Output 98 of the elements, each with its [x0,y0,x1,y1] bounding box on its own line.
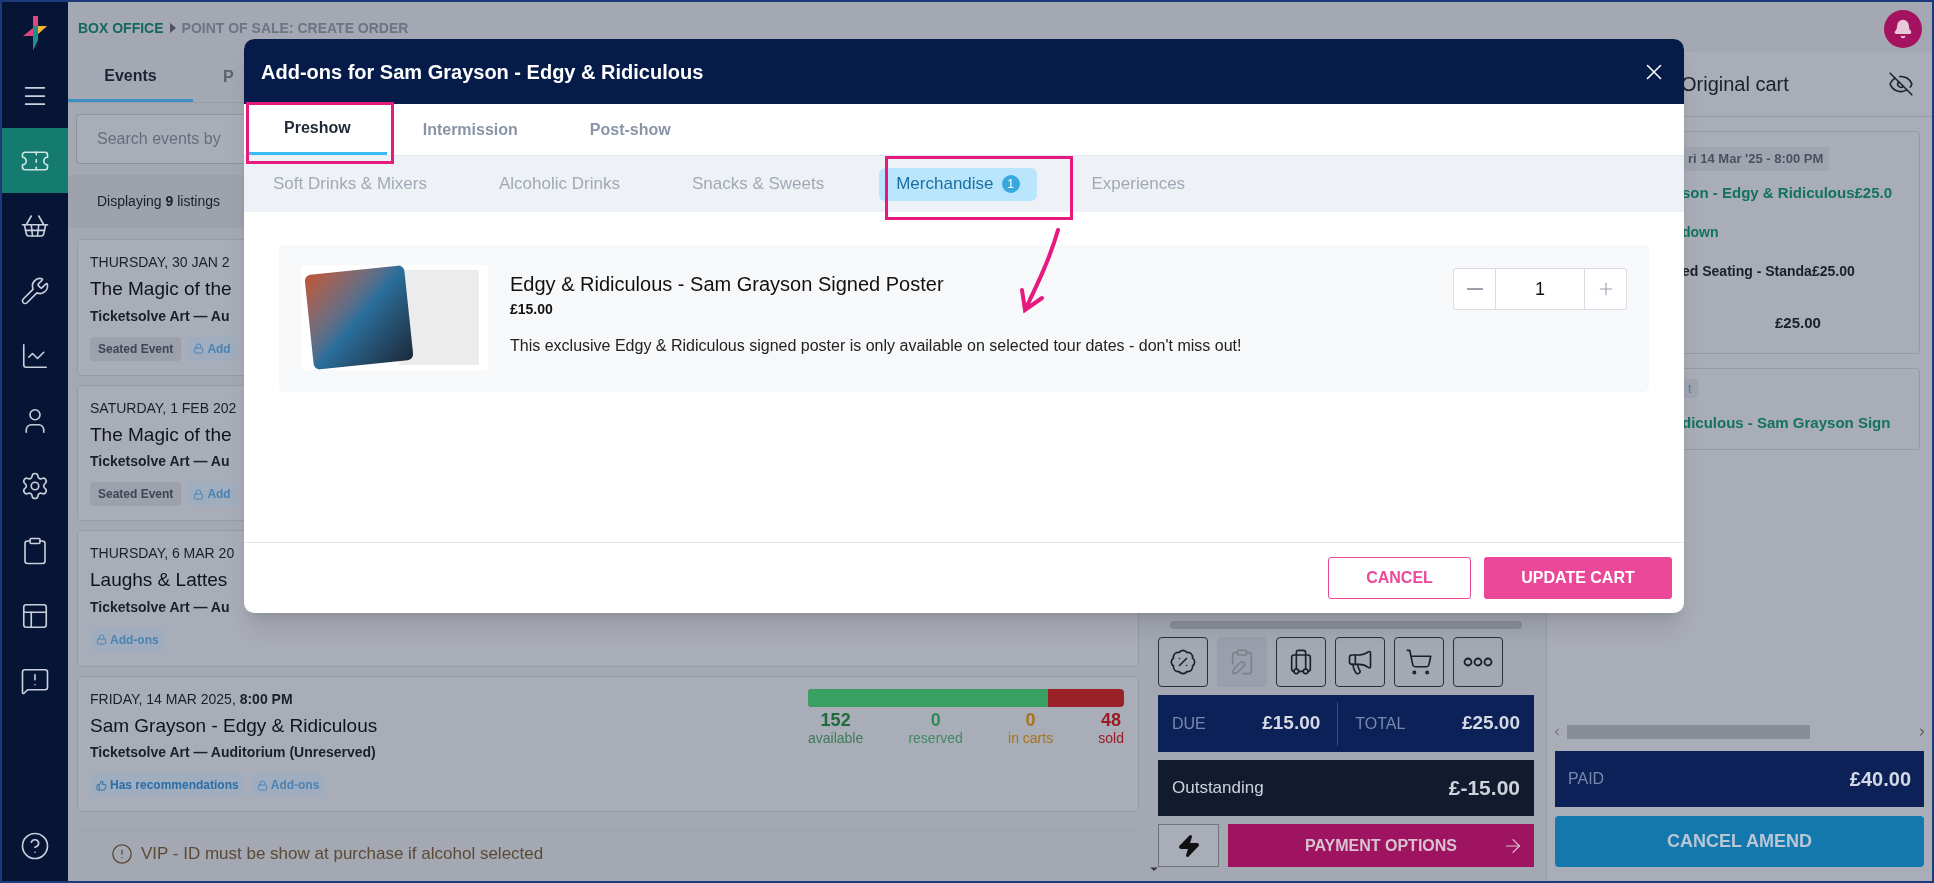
tool-button[interactable] [1453,637,1503,687]
lock-icon [256,779,268,791]
listing-count: Displaying 9 listings [97,192,220,211]
category-tab[interactable]: Snacks & Sweets [674,167,842,201]
recommendations-tag: Has recommendations [90,773,245,797]
event-title: Sam Grayson - Edgy & Ridiculous [90,713,378,738]
more-icon [1463,657,1493,667]
event-title: Laughs & Lattes [90,568,229,592]
tool-button[interactable] [1158,637,1208,687]
panel-tab[interactable]: P [193,52,253,102]
cart-event-title: diculous - Sam Grayson Sign [1682,413,1891,433]
lightning-icon [1176,833,1201,858]
stat-value: 0 [1025,710,1036,729]
cart-event-title: son - Edgy & Ridiculous£25.0 [1682,182,1893,203]
payment-options-button[interactable]: PAYMENT OPTIONS [1228,824,1534,867]
horizontal-scrollbar[interactable] [1567,725,1810,739]
quantity-stepper[interactable]: 1 [1453,268,1627,310]
megaphone-icon [1346,648,1374,676]
addons-tag: Add [187,336,237,361]
category-tab[interactable]: Soft Drinks & Mixers [256,167,444,201]
discount-icon [1169,648,1197,676]
cancel-button[interactable]: CANCEL [1328,557,1471,599]
breadcrumb-link[interactable]: BOX OFFICE [78,17,164,39]
minus-icon [1466,288,1483,290]
quantity-value[interactable]: 1 [1496,269,1584,309]
notifications-button[interactable] [1884,10,1922,48]
subtotal-amount: £25.00 [1775,313,1821,333]
stat-value: 48 [1101,710,1122,729]
horizontal-scrollbar[interactable] [1170,621,1522,629]
panel-tab[interactable]: Events [68,52,193,102]
category-label: Alcoholic Drinks [499,173,620,196]
thumbs-up-icon [96,779,107,791]
stat-label: in carts [1008,728,1054,747]
event-venue: Ticketsolve Art — Au [90,597,231,617]
alert-icon [111,842,133,865]
dialog-tab[interactable]: Post-show [553,104,707,155]
event-title: The Magic of the [90,422,233,447]
lock-icon [96,634,107,645]
addons-tag: Add [187,482,237,506]
stat-label: reserved [908,728,963,747]
breakdown-link[interactable]: down [1682,222,1719,243]
product-price: £15.00 [510,300,554,319]
product-name: Edgy & Ridiculous - Sam Grayson Signed Poster [510,272,945,297]
cancel-amend-button[interactable]: CANCEL AMEND [1555,816,1924,867]
stat-label: available [808,728,864,747]
date-tag: ri 14 Mar '25 - 8:00 PM [1682,147,1830,171]
addons-tag: Add-ons [250,773,326,797]
product-description: This exclusive Edgy & Ridiculous signed poster is only available on selected tour dates - don't miss out! [510,336,1242,356]
event-tag: Seated Event [90,336,182,361]
due-amount: £15.00 [1262,711,1321,736]
category-label: Experiences [1091,173,1186,196]
paid-label: PAID [1568,769,1605,789]
tool-button[interactable] [1276,637,1326,687]
dialog-tab[interactable]: Intermission [386,104,554,155]
total-amount: £25.00 [1461,711,1520,736]
event-date: SATURDAY, 1 FEB 202 [90,398,237,418]
category-label: Merchandise [896,173,994,196]
notice-text: VIP - ID must be show at purchase if alcohol selected [141,843,544,865]
event-venue: Ticketsolve Art — Auditorium (Unreserved) [90,743,377,762]
category-label: Soft Drinks & Mixers [273,173,427,196]
event-title: The Magic of the [90,277,233,301]
addons-tag: Add-ons [90,627,165,652]
event-date: THURSDAY, 30 JAN 2 [90,253,231,272]
due-label: DUE [1172,713,1206,734]
stat-value: 0 [930,710,941,729]
event-date: THURSDAY, 6 MAR 20 [90,544,235,563]
help-icon [20,831,50,861]
cart-icon [1405,648,1433,676]
event-card[interactable]: FRIDAY, 14 MAR 2025, 8:00 PM Sam Grayson - Edgy & Ridiculous Ticketsolve Art — Auditorium (Unreserved) Has recommendations Add-ons 152 available 0 reserved 0 in carts 48 sold [77,675,1139,812]
tool-button[interactable] [1394,637,1444,687]
eye-off-icon[interactable] [1888,71,1914,97]
paid-amount: £40.00 [1849,767,1911,792]
stat-value: 152 [820,710,851,729]
stat-label: sold [1098,728,1124,747]
bell-icon [1893,19,1913,39]
event-date: FRIDAY, 14 MAR 2025, 8:00 PM [90,689,294,709]
category-tab[interactable]: Alcoholic Drinks [482,167,637,201]
total-label: TOTAL [1355,713,1406,734]
event-venue: Ticketsolve Art — Au [90,306,231,326]
lock-icon [193,488,205,500]
cart-title: Original cart [1681,72,1789,97]
lock-icon [193,343,205,354]
category-tab[interactable]: Merchandise 1 [879,167,1037,201]
outstanding-label: Outstanding [1172,777,1264,800]
logo-icon [23,16,47,50]
update-cart-button[interactable]: UPDATE CART [1484,557,1672,599]
settings-icon [20,470,50,501]
category-label: Snacks & Sweets [691,173,825,196]
tool-button[interactable] [1335,637,1385,687]
event-venue: Ticketsolve Art — Au [90,452,231,471]
caret-icon [169,23,176,33]
event-tag: Seated Event [90,482,182,506]
dialog-title: Add-ons for Sam Grayson - Edgy & Ridiculous [261,59,704,85]
category-tab[interactable]: Experiences [1074,167,1203,201]
wrench-icon [20,275,50,306]
quick-pay-button[interactable] [1158,824,1219,867]
count-badge: 1 [1001,175,1020,193]
outstanding-amount: £-15.00 [1448,775,1520,802]
